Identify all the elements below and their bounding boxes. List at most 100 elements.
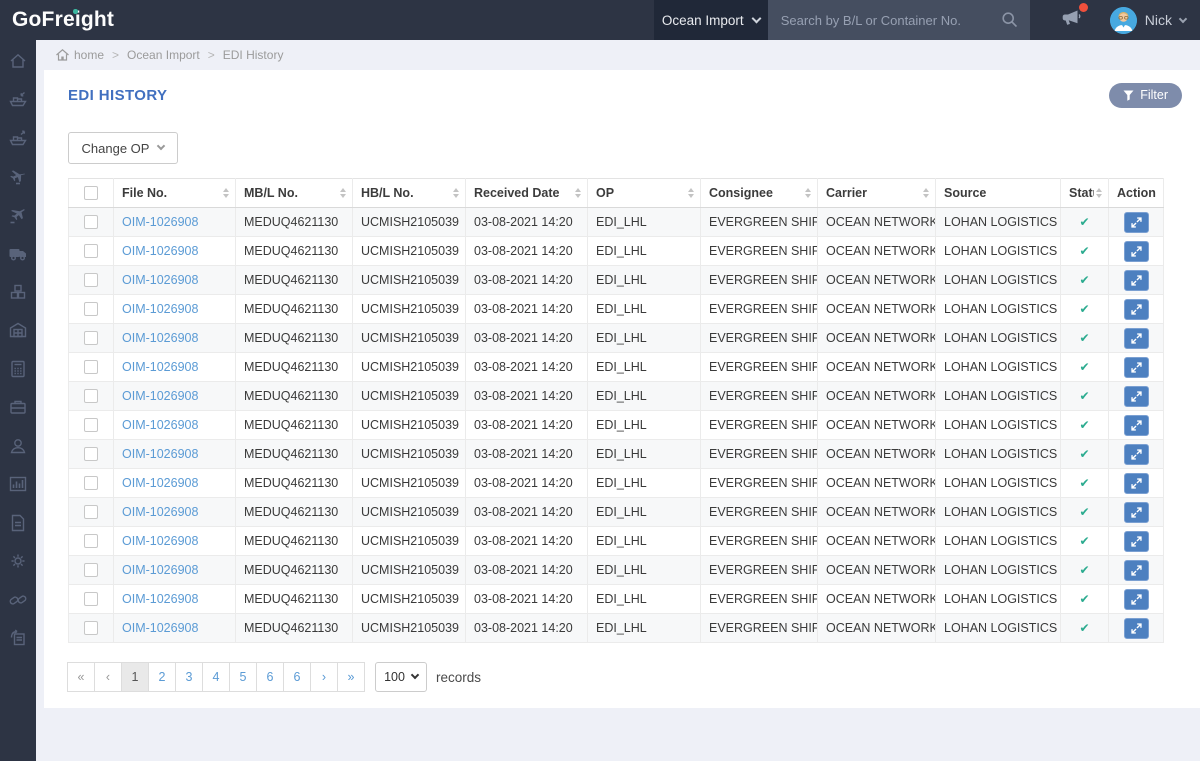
filter-button[interactable]: Filter [1109, 83, 1182, 108]
user-menu[interactable]: Nick [1110, 7, 1186, 34]
file-no-link[interactable]: OIM-1026908 [122, 360, 198, 374]
sidebar-item-ocean-import[interactable] [7, 89, 29, 110]
file-no-link[interactable]: OIM-1026908 [122, 302, 198, 316]
action-expand-button[interactable] [1124, 531, 1149, 552]
sidebar-item-packages[interactable] [7, 281, 29, 302]
file-no-link[interactable]: OIM-1026908 [122, 534, 198, 548]
page-size-select[interactable]: 100 [375, 662, 427, 692]
sidebar-item-air-export[interactable] [7, 204, 29, 225]
pagination-button[interactable]: 5 [229, 662, 257, 692]
row-checkbox[interactable] [84, 505, 98, 519]
sort-icon[interactable] [1094, 188, 1104, 198]
action-expand-button[interactable] [1124, 357, 1149, 378]
row-checkbox[interactable] [84, 592, 98, 606]
row-checkbox[interactable] [84, 244, 98, 258]
sort-icon[interactable] [338, 188, 348, 198]
sidebar-item-contacts[interactable] [7, 435, 29, 456]
row-checkbox[interactable] [84, 273, 98, 287]
sidebar-item-export-share[interactable] [7, 628, 29, 649]
sidebar-item-jobs[interactable] [7, 397, 29, 418]
breadcrumb-edi-history[interactable]: EDI History [223, 48, 284, 62]
action-expand-button[interactable] [1124, 589, 1149, 610]
pagination-button[interactable]: 6 [256, 662, 284, 692]
column-header[interactable]: HB/L No. [353, 179, 466, 208]
column-header[interactable]: File No. [114, 179, 236, 208]
row-checkbox[interactable] [84, 621, 98, 635]
announcements-button[interactable] [1060, 7, 1084, 34]
file-no-link[interactable]: OIM-1026908 [122, 389, 198, 403]
pagination-button[interactable]: ‹ [94, 662, 122, 692]
sidebar-item-documents[interactable] [7, 512, 29, 533]
action-expand-button[interactable] [1124, 299, 1149, 320]
file-no-link[interactable]: OIM-1026908 [122, 331, 198, 345]
file-no-link[interactable]: OIM-1026908 [122, 244, 198, 258]
file-no-link[interactable]: OIM-1026908 [122, 621, 198, 635]
breadcrumb-ocean-import[interactable]: Ocean Import [127, 48, 200, 62]
pagination-button[interactable]: 3 [175, 662, 203, 692]
change-op-dropdown[interactable]: Change OP [68, 132, 178, 164]
row-checkbox[interactable] [84, 418, 98, 432]
app-logo[interactable]: GoFreight [0, 0, 200, 40]
sidebar-item-accounting[interactable] [7, 358, 29, 379]
column-header[interactable]: Action [1109, 179, 1164, 208]
action-expand-button[interactable] [1124, 270, 1149, 291]
action-expand-button[interactable] [1124, 618, 1149, 639]
sort-icon[interactable] [686, 188, 696, 198]
action-expand-button[interactable] [1124, 241, 1149, 262]
file-no-link[interactable]: OIM-1026908 [122, 418, 198, 432]
sidebar-item-air-import[interactable] [7, 166, 29, 187]
sidebar-item-settings[interactable] [7, 551, 29, 572]
search-input[interactable] [768, 0, 1030, 40]
file-no-link[interactable]: OIM-1026908 [122, 215, 198, 229]
action-expand-button[interactable] [1124, 502, 1149, 523]
row-checkbox[interactable] [84, 389, 98, 403]
pagination-button[interactable]: 6 [283, 662, 311, 692]
column-header[interactable]: Source [936, 179, 1061, 208]
column-header[interactable]: MB/L No. [236, 179, 353, 208]
row-checkbox[interactable] [84, 563, 98, 577]
action-expand-button[interactable] [1124, 560, 1149, 581]
pagination-button[interactable]: › [310, 662, 338, 692]
file-no-link[interactable]: OIM-1026908 [122, 505, 198, 519]
sort-icon[interactable] [803, 188, 813, 198]
file-no-link[interactable]: OIM-1026908 [122, 273, 198, 287]
file-no-link[interactable]: OIM-1026908 [122, 563, 198, 577]
row-checkbox[interactable] [84, 476, 98, 490]
pagination-button[interactable]: 2 [148, 662, 176, 692]
action-expand-button[interactable] [1124, 444, 1149, 465]
action-expand-button[interactable] [1124, 415, 1149, 436]
row-checkbox[interactable] [84, 447, 98, 461]
sidebar-item-trucking[interactable] [7, 243, 29, 264]
sidebar-item-integrations[interactable] [7, 589, 29, 610]
row-checkbox[interactable] [84, 302, 98, 316]
action-expand-button[interactable] [1124, 473, 1149, 494]
column-header[interactable]: Carrier [818, 179, 936, 208]
sidebar-item-reports[interactable] [7, 474, 29, 495]
sort-icon[interactable] [451, 188, 461, 198]
search-icon[interactable] [1001, 11, 1018, 28]
sidebar-item-ocean-export[interactable] [7, 127, 29, 148]
file-no-link[interactable]: OIM-1026908 [122, 476, 198, 490]
row-checkbox[interactable] [84, 331, 98, 345]
row-checkbox[interactable] [84, 534, 98, 548]
pagination-button[interactable]: 1 [121, 662, 149, 692]
file-no-link[interactable]: OIM-1026908 [122, 592, 198, 606]
column-header[interactable]: OP [588, 179, 701, 208]
column-header[interactable]: Status [1061, 179, 1109, 208]
action-expand-button[interactable] [1124, 328, 1149, 349]
row-checkbox[interactable] [84, 215, 98, 229]
sidebar-item-warehouse[interactable] [7, 320, 29, 341]
action-expand-button[interactable] [1124, 212, 1149, 233]
sidebar-item-home[interactable] [7, 50, 29, 71]
file-no-link[interactable]: OIM-1026908 [122, 447, 198, 461]
pagination-button[interactable]: » [337, 662, 365, 692]
select-all-checkbox[interactable] [84, 186, 98, 200]
sort-icon[interactable] [221, 188, 231, 198]
column-header[interactable]: Received Date [466, 179, 588, 208]
pagination-button[interactable]: « [67, 662, 95, 692]
sort-icon[interactable] [921, 188, 931, 198]
module-selector-dropdown[interactable]: Ocean Import [654, 0, 768, 40]
column-header[interactable]: Consignee [701, 179, 818, 208]
row-checkbox[interactable] [84, 360, 98, 374]
action-expand-button[interactable] [1124, 386, 1149, 407]
